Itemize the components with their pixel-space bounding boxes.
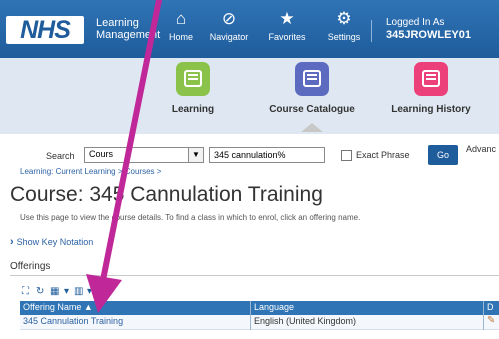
logged-in-label: Logged In As — [386, 17, 445, 28]
nav-navigator-label: Navigator — [209, 32, 249, 42]
exact-phrase-label: Exact Phrase — [356, 150, 410, 160]
exact-phrase-checkbox[interactable] — [341, 150, 352, 161]
offering-name-link[interactable]: 345 Cannulation Training — [23, 316, 123, 326]
nhs-logo: NHS — [6, 16, 84, 44]
table-toolbar: ⛶ ↻ ▦ ▾ ▥ ▾ — [20, 285, 499, 299]
category-course-catalogue[interactable]: Course Catalogue — [267, 62, 357, 115]
category-strip: Learning Course Catalogue Learning Histo… — [0, 58, 499, 134]
nav-settings-label: Settings — [327, 32, 361, 42]
table-row: 345 Cannulation Training English (United… — [20, 315, 499, 330]
offerings-divider — [10, 275, 499, 276]
app-name-line2: Management — [96, 29, 161, 41]
column-language[interactable]: Language — [254, 302, 294, 312]
top-header: NHS Learning Management ⌂ Home ⊘ Navigat… — [0, 0, 499, 58]
details-icon[interactable]: ✎ — [487, 315, 495, 326]
logged-in-user: 345JROWLEY01 — [386, 29, 471, 41]
page-instruction: Use this page to view the course details… — [20, 213, 361, 222]
category-course-catalogue-label: Course Catalogue — [269, 104, 355, 115]
catalogue-icon — [295, 62, 329, 96]
home-icon: ⌂ — [175, 9, 187, 28]
detach-icon[interactable]: ⛶ — [22, 285, 29, 299]
logged-in-info: Logged In As 345JROWLEY01 — [386, 17, 471, 41]
column-details[interactable]: D — [487, 302, 494, 312]
search-scope-value: Cours — [89, 149, 114, 159]
chevron-down-icon[interactable]: ▼ — [188, 148, 203, 162]
gear-icon: ⚙ — [336, 9, 352, 28]
category-learning-history-label: Learning History — [391, 104, 471, 115]
view-menu-icon[interactable]: ▾ — [64, 285, 69, 299]
nav-home-label: Home — [168, 32, 193, 42]
nhs-logo-text: NHS — [20, 16, 71, 44]
chevron-right-icon: › — [10, 236, 14, 248]
columns-icon[interactable]: ▥ — [74, 285, 83, 299]
offerings-table: Offering Name ▲ Language D 345 Cannulati… — [20, 301, 499, 330]
search-input[interactable] — [209, 147, 325, 163]
nav-settings[interactable]: ⚙ Settings — [322, 6, 366, 42]
table-header: Offering Name ▲ Language D — [20, 301, 499, 315]
column-divider — [483, 301, 484, 330]
category-learning-history[interactable]: Learning History — [386, 62, 476, 115]
refresh-icon[interactable]: ↻ — [36, 285, 44, 299]
learning-icon — [176, 62, 210, 96]
nav-favorites-label: Favorites — [268, 32, 306, 42]
nav-home[interactable]: ⌂ Home — [166, 6, 196, 42]
app-name-line1: Learning — [96, 17, 139, 29]
advanced-search-link[interactable]: Advanc — [466, 144, 496, 154]
column-divider — [250, 301, 251, 330]
breadcrumb[interactable]: Learning: Current Learning > Courses > — [20, 167, 161, 176]
columns-menu-icon[interactable]: ▾ — [87, 285, 92, 299]
page-title: Course: 345 Cannulation Training — [10, 183, 323, 206]
search-scope-select[interactable]: Cours ▼ — [84, 147, 204, 163]
star-icon: ★ — [279, 9, 295, 28]
offerings-heading: Offerings — [10, 261, 51, 272]
header-divider — [371, 20, 372, 42]
category-learning[interactable]: Learning — [148, 62, 238, 115]
go-button[interactable]: Go — [428, 145, 458, 165]
offering-language: English (United Kingdom) — [254, 316, 357, 326]
nav-navigator[interactable]: ⊘ Navigator — [202, 6, 256, 42]
show-key-notation-link[interactable]: › Show Key Notation — [10, 236, 93, 248]
column-offering-name[interactable]: Offering Name ▲ — [23, 302, 93, 312]
app-name: Learning Management — [96, 17, 160, 41]
filter-icon[interactable]: ▦ — [50, 285, 59, 299]
history-icon — [414, 62, 448, 96]
navigator-icon: ⊘ — [221, 9, 237, 28]
nav-favorites[interactable]: ★ Favorites — [263, 6, 311, 42]
search-label: Search — [46, 151, 75, 161]
category-learning-label: Learning — [171, 104, 215, 115]
selected-category-indicator — [301, 123, 323, 132]
show-key-notation-label: Show Key Notation — [16, 237, 94, 247]
